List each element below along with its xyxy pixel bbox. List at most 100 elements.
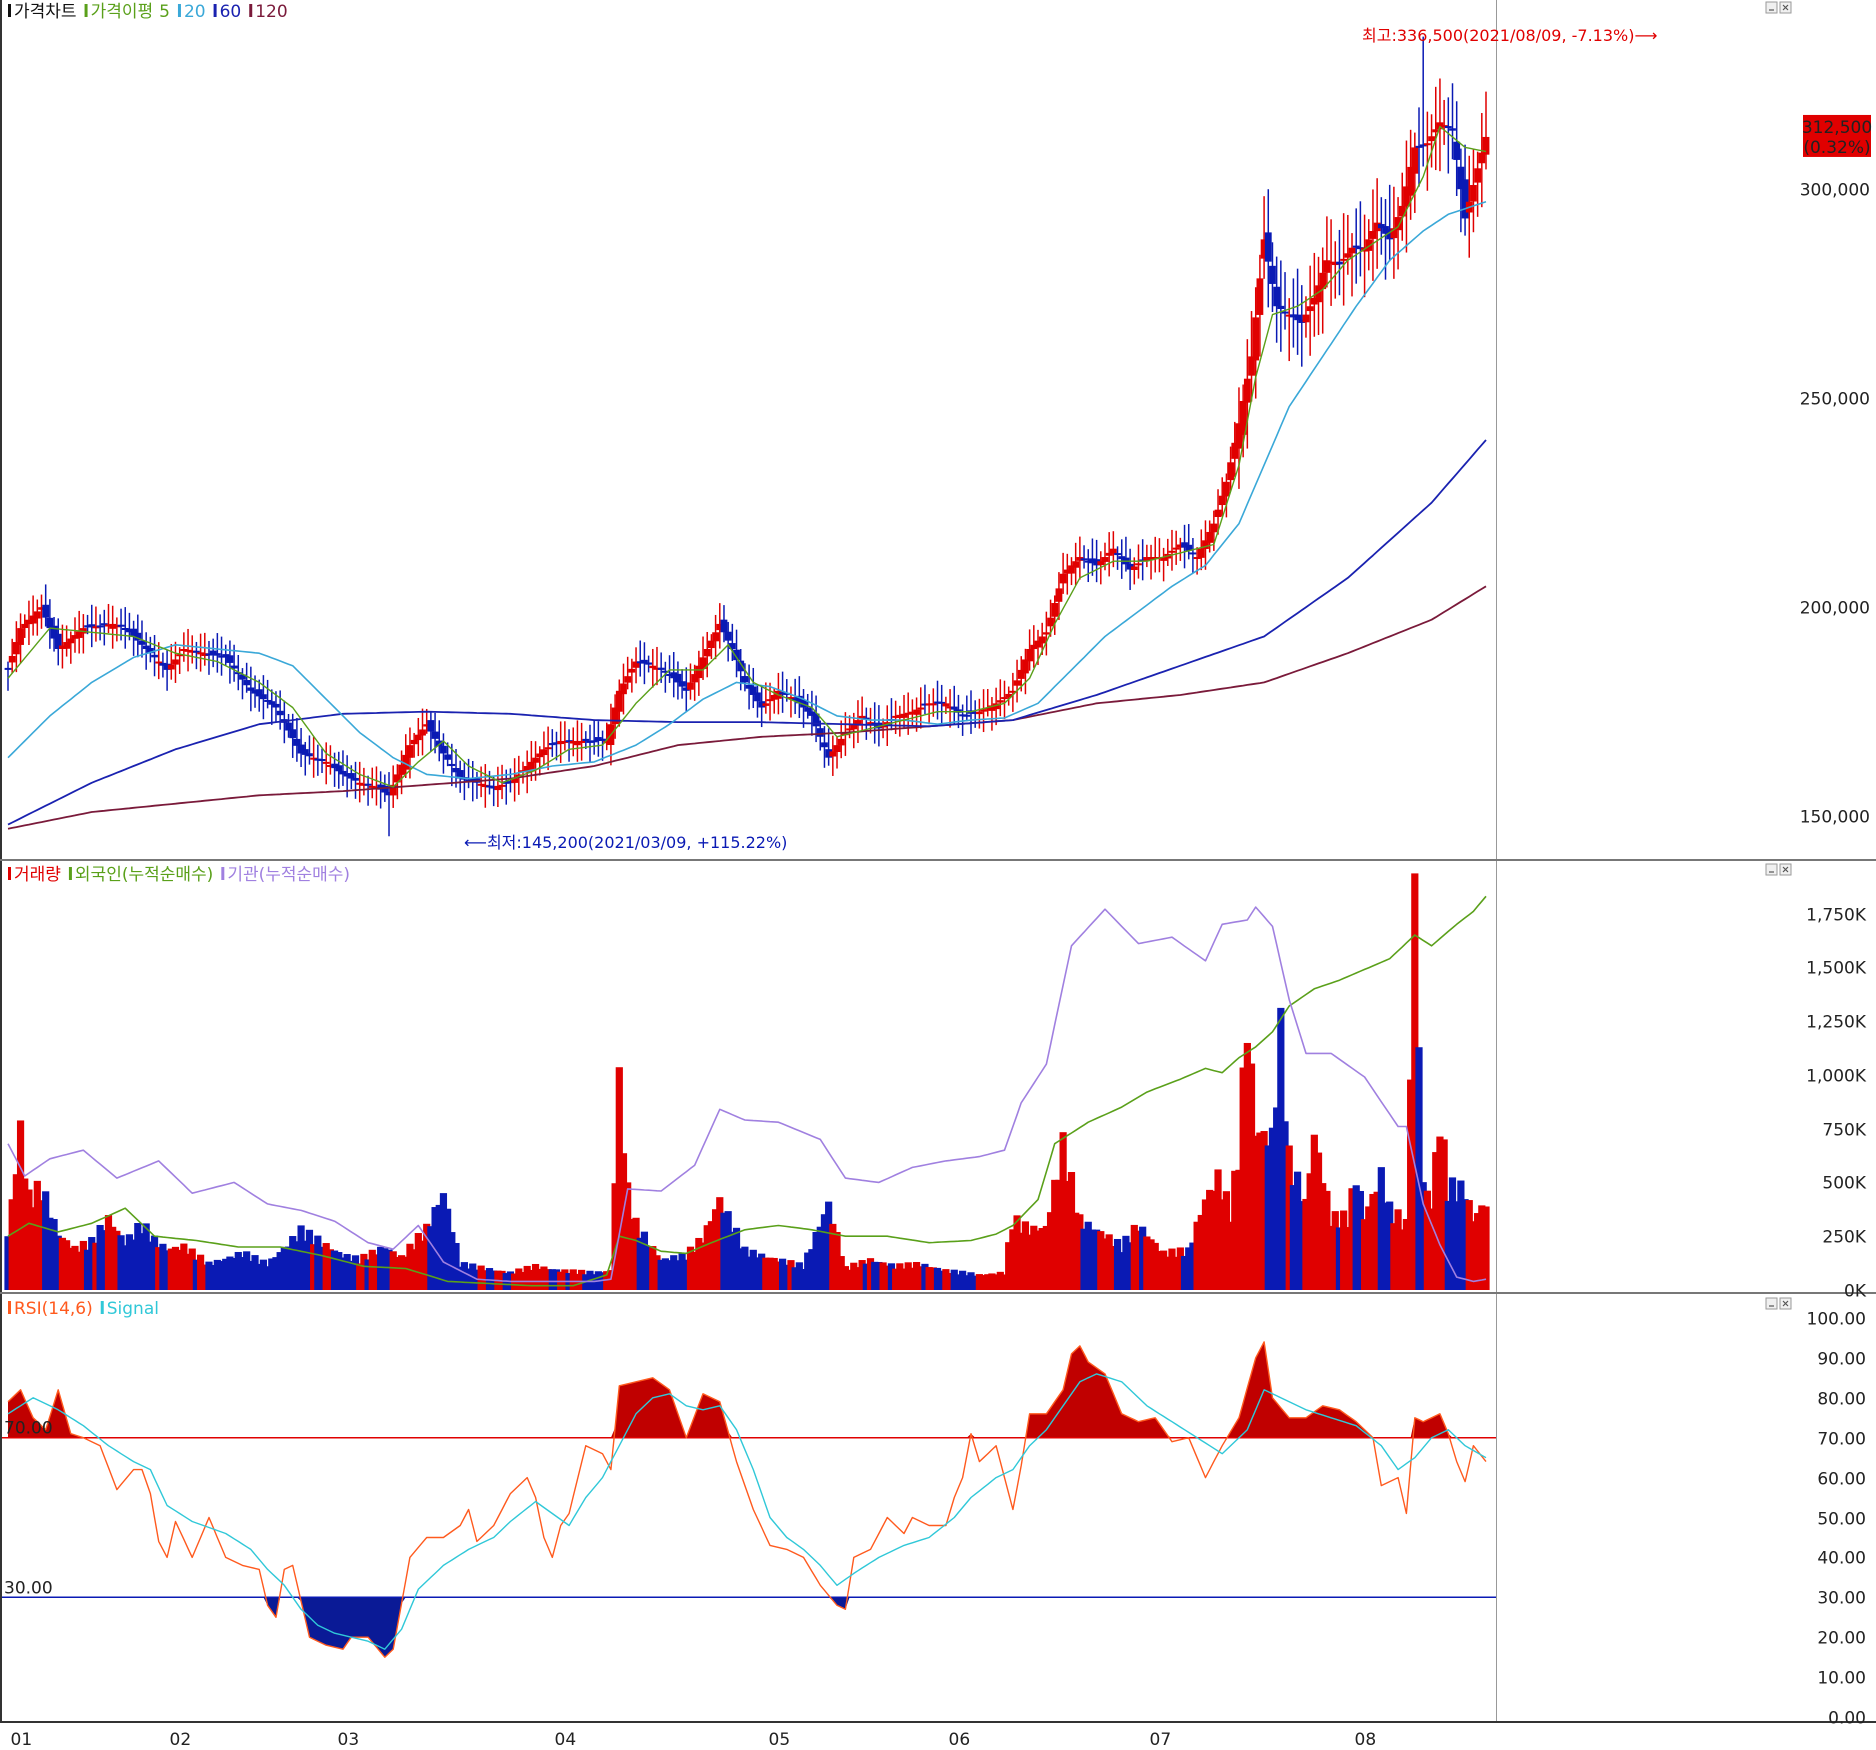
candle-down [950,706,958,710]
candle-down [347,773,355,779]
rsi-tick-label: 50.00 [1817,1510,1866,1530]
x-tick-label: 03 [338,1730,360,1750]
candle-up [67,638,75,644]
candle-up [837,738,845,746]
legend-label: Signal [107,1299,159,1319]
candle-up [1340,258,1348,261]
legend-marker [8,867,11,880]
legend-marker [100,1301,104,1314]
candle-up [1243,378,1251,403]
candle-down [674,673,682,683]
low-annotation: ⟵최저:145,200(2021/03/09, +115.22%) [464,833,787,852]
legend-label: 가격차트 [14,2,77,22]
candle-up [1348,247,1356,254]
candle-down [444,754,452,760]
candle-up [687,682,694,690]
candle-up [1001,697,1008,700]
candle-up [620,683,627,695]
legend-label: RSI(14,6) [14,1299,93,1319]
candle-down [431,731,439,739]
candle-down [1114,553,1121,556]
candle-down [289,729,297,739]
candle-down [1277,305,1285,310]
candle-up [1047,617,1054,627]
candle-up [1172,547,1180,550]
candle-up [1197,548,1205,558]
candle-up [406,745,414,758]
candle-up [1168,550,1176,553]
candle-down [138,641,146,645]
legend-marker [8,1301,11,1314]
candle-up [322,761,330,764]
rsi-tick-label: 30.00 [1817,1589,1866,1609]
candle-down [260,694,267,700]
candle-up [544,747,552,750]
candle-down [440,745,447,754]
candle-down [678,681,686,687]
rsi-tick-label: 0.00 [1828,1709,1866,1729]
candle-down [151,654,158,658]
candle-up [1423,143,1431,146]
candle-up [628,668,636,673]
candle-up [1474,168,1482,183]
legend-label: 120 [255,2,287,22]
candle-up [1101,557,1109,562]
candle-down [335,765,343,772]
candle-up [1344,253,1352,258]
chart-canvas[interactable]: 01 02 03 04 05 06 07 08 300,000 250,000 200,000 150… [0,0,1876,1750]
candle-down [804,707,812,712]
candle-up [1022,659,1029,674]
candle-down [306,753,313,757]
candle-down [1264,232,1272,262]
candle-up [649,665,657,669]
candle-up [1059,573,1067,584]
rsi-tick-label: 20.00 [1817,1629,1866,1649]
candle-down [448,763,456,767]
candle-down [1336,261,1343,265]
candle-up [1051,603,1059,617]
legend-marker [221,867,225,880]
candle-up [1013,680,1021,686]
candle-down [226,655,234,663]
candle-down [1294,314,1301,321]
x-tick-label: 01 [11,1730,33,1750]
candle-up [1109,548,1117,554]
candle-up [1042,632,1050,635]
x-tick-label: 07 [1150,1730,1172,1750]
candle-up [172,659,179,665]
candle-up [1130,566,1138,570]
rsi-upper-label: 70.00 [4,1419,53,1439]
candle-up [980,709,987,712]
candle-down [318,759,326,762]
panel-minimize-button[interactable] [1765,863,1778,876]
candle-up [410,739,418,745]
volume-tick-label: 500K [1822,1174,1866,1194]
candle-down [816,728,824,737]
volume-bar-up [1482,1206,1490,1290]
stock-chart: 01 02 03 04 05 06 07 08 300,000 250,000 200,000 150… [0,0,1876,1750]
candle-up [1306,306,1314,312]
candle-up [913,709,920,715]
panel-minimize-button[interactable] [1765,1297,1778,1310]
candle-down [42,604,50,618]
volume-tick-label: 1,750K [1806,906,1867,926]
price-tick-label: 300,000 [1800,181,1870,201]
legend-label: 가격이평 [91,2,154,22]
candle-down [96,625,104,628]
candle-up [1482,136,1490,155]
rsi-tick-label: 60.00 [1817,1470,1866,1490]
candle-down [243,680,251,686]
price-tick-label: 250,000 [1800,390,1870,410]
candle-up [419,729,426,736]
panel-minimize-button[interactable] [1765,1,1778,14]
candle-up [708,640,715,649]
candle-up [1428,136,1435,142]
legend-label: 60 [220,2,242,22]
candle-down [657,667,665,670]
x-tick-label: 04 [555,1730,577,1750]
legend-label: 5 [159,2,170,22]
candle-up [833,745,841,752]
candle-up [712,632,719,642]
candle-down [213,653,221,656]
candle-up [1055,588,1063,602]
